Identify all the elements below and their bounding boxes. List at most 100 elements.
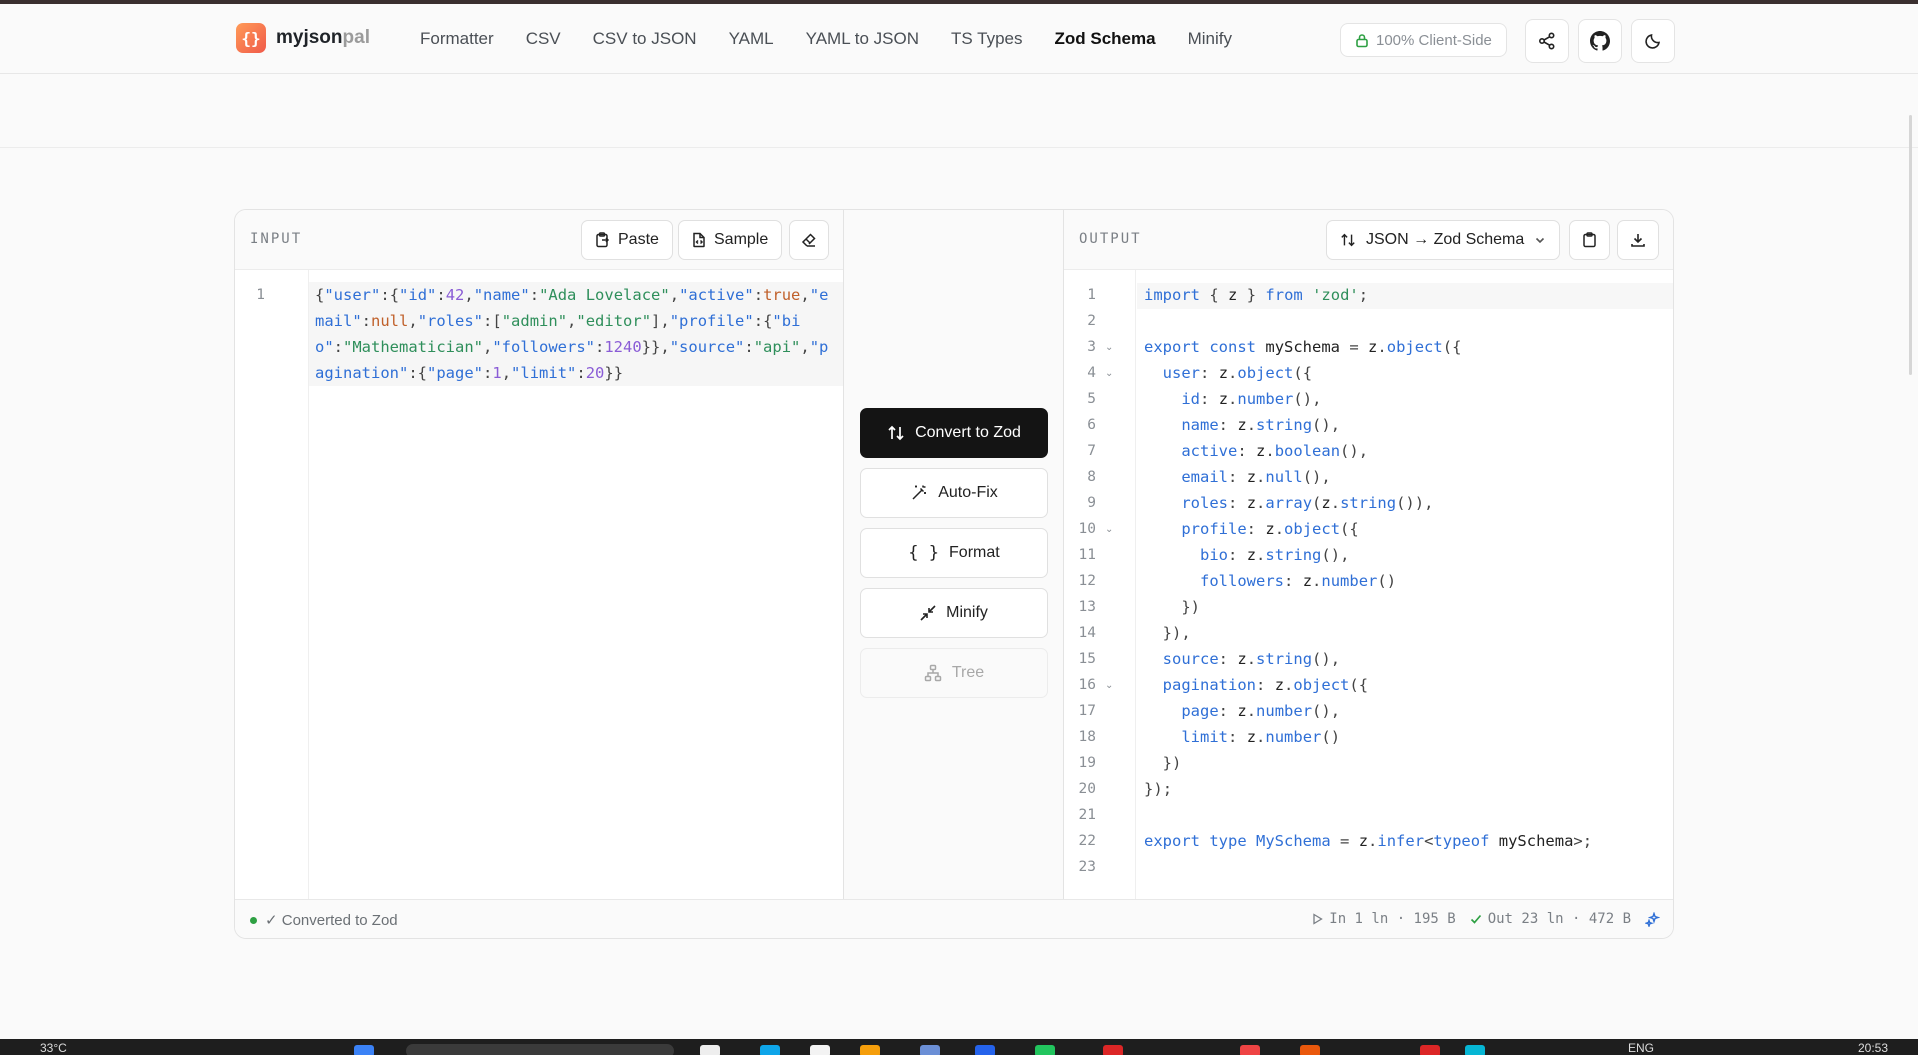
nav-csv-to-json[interactable]: CSV to JSON <box>593 29 697 49</box>
copy-output-button[interactable] <box>1569 220 1610 260</box>
client-side-badge: 100% Client-Side <box>1340 23 1507 57</box>
input-editor[interactable]: 1 {"user":{"id":42,"name":"Ada Lovelace"… <box>235 270 843 899</box>
output-line-number: 13 <box>1078 599 1096 615</box>
taskbar-app-icon[interactable] <box>920 1045 940 1055</box>
taskbar-language[interactable]: ENG <box>1628 1041 1654 1055</box>
nav-yaml-to-json[interactable]: YAML to JSON <box>806 29 919 49</box>
swap-vertical-icon <box>888 425 904 441</box>
auto-fix-button[interactable]: Auto-Fix <box>860 468 1048 518</box>
taskbar-app-icon[interactable] <box>975 1045 995 1055</box>
input-stats: In 1 ln · 195 B <box>1312 911 1456 927</box>
conversion-mode-select[interactable]: JSON → Zod Schema <box>1326 220 1561 260</box>
output-line-number: 21 <box>1078 807 1096 823</box>
brand-name-accent: pal <box>342 27 370 48</box>
github-button[interactable] <box>1578 19 1622 63</box>
taskbar-app-icon[interactable] <box>860 1045 880 1055</box>
minify-button[interactable]: Minify <box>860 588 1048 638</box>
output-line-number: 15 <box>1078 651 1096 667</box>
format-button[interactable]: { } Format <box>860 528 1048 578</box>
output-code-line: }), <box>1162 624 1191 642</box>
output-code-line: }); <box>1144 780 1173 798</box>
taskbar-app-icon[interactable] <box>1465 1045 1485 1055</box>
output-line-number: 2 <box>1087 313 1096 329</box>
output-stats: Out 23 ln · 472 B <box>1470 911 1631 927</box>
taskbar-search[interactable] <box>406 1044 674 1055</box>
share-button[interactable] <box>1525 19 1569 63</box>
braces-icon: { } <box>908 543 940 563</box>
output-pane: OUTPUT JSON → Zod Schema 1 2 3 ⌄ 4 ⌄ 5 6 7 8 9 10 ⌄ 1… <box>1064 210 1673 899</box>
output-editor[interactable]: 1 2 3 ⌄ 4 ⌄ 5 6 7 8 9 10 ⌄ 11 12 13 14 15 16 ⌄ 17 18 19 20 21 22 2… <box>1064 270 1673 899</box>
output-line-number: 12 <box>1078 573 1096 589</box>
taskbar-app-icon[interactable] <box>1300 1045 1320 1055</box>
taskbar-app-icon[interactable] <box>760 1045 780 1055</box>
nav-yaml[interactable]: YAML <box>729 29 774 49</box>
convert-to-zod-button[interactable]: Convert to Zod <box>860 408 1048 458</box>
fold-chevron-icon[interactable]: ⌄ <box>1105 342 1113 353</box>
download-output-button[interactable] <box>1617 220 1659 260</box>
status-dot-icon <box>250 916 257 924</box>
windows-start-icon[interactable] <box>354 1045 374 1055</box>
theme-toggle-button[interactable] <box>1631 19 1675 63</box>
minimize-icon <box>920 605 936 621</box>
nav-formatter[interactable]: Formatter <box>420 29 494 49</box>
taskbar-app-icon[interactable] <box>700 1045 720 1055</box>
tree-button[interactable]: Tree <box>860 648 1048 698</box>
output-line-number: 16 <box>1078 677 1096 693</box>
nav-minify[interactable]: Minify <box>1188 29 1232 49</box>
output-code-line: profile: z.object({ <box>1181 520 1359 538</box>
moon-icon <box>1645 34 1660 49</box>
share-icon <box>1538 32 1555 50</box>
output-line-number: 17 <box>1078 703 1096 719</box>
nav-ts-types[interactable]: TS Types <box>951 29 1023 49</box>
output-code-line: export const mySchema = z.object({ <box>1144 338 1462 356</box>
eraser-icon <box>801 233 816 247</box>
sample-label: Sample <box>714 231 769 248</box>
output-line-number: 7 <box>1087 443 1096 459</box>
magic-wand-icon <box>912 485 927 500</box>
sample-button[interactable]: Sample <box>678 220 783 260</box>
client-side-label: 100% Client-Side <box>1376 31 1492 49</box>
input-code[interactable]: {"user":{"id":42,"name":"Ada Lovelace","… <box>309 282 843 386</box>
clear-button[interactable] <box>789 220 829 260</box>
check-icon <box>1470 914 1481 924</box>
taskbar-weather[interactable]: 33°C <box>40 1041 67 1055</box>
paste-button[interactable]: Paste <box>581 220 673 260</box>
taskbar-app-icon[interactable] <box>1240 1045 1260 1055</box>
taskbar-app-icon[interactable] <box>810 1045 830 1055</box>
lock-icon <box>1356 33 1368 47</box>
logo-braces-icon: {} <box>236 23 266 53</box>
brand-logo[interactable]: {} myjsonpal <box>236 23 370 53</box>
output-code-line: }) <box>1162 754 1182 772</box>
convert-label: Convert to Zod <box>915 424 1021 441</box>
taskbar-app-icon[interactable] <box>1035 1045 1055 1055</box>
swap-vertical-icon <box>1341 233 1355 247</box>
os-taskbar: 33°C ENG 20:53 <box>0 1039 1918 1055</box>
chevron-down-icon <box>1536 237 1545 244</box>
actions-column: Convert to Zod Auto-Fix { } Format Minif… <box>844 210 1064 899</box>
output-line-number: 6 <box>1087 417 1096 433</box>
taskbar-app-icon[interactable] <box>1420 1045 1440 1055</box>
output-code-line: id: z.number(), <box>1181 390 1322 408</box>
page-scrollbar[interactable] <box>1909 115 1912 375</box>
output-line-number: 4 <box>1087 365 1096 381</box>
output-code-line: page: z.number(), <box>1181 702 1341 720</box>
output-code-line: name: z.string(), <box>1181 416 1341 434</box>
sparkle-icon <box>1645 911 1660 927</box>
fold-chevron-icon[interactable]: ⌄ <box>1105 680 1113 691</box>
output-line-number: 3 <box>1087 339 1096 355</box>
tree-label: Tree <box>951 664 985 681</box>
nav-csv[interactable]: CSV <box>526 29 561 49</box>
input-title: INPUT <box>250 231 303 247</box>
section-divider <box>0 147 1918 148</box>
sparkle-button[interactable] <box>1645 911 1660 927</box>
taskbar-clock[interactable]: 20:53 <box>1858 1041 1888 1055</box>
nav-zod-schema[interactable]: Zod Schema <box>1055 29 1156 49</box>
fold-chevron-icon[interactable]: ⌄ <box>1105 524 1113 535</box>
output-code-line: active: z.boolean(), <box>1181 442 1369 460</box>
output-code-line <box>1144 802 1592 828</box>
input-line-number: 1 <box>256 287 265 303</box>
taskbar-app-icon[interactable] <box>1103 1045 1123 1055</box>
output-line-number: 22 <box>1078 833 1096 849</box>
output-code[interactable]: import { z } from 'zod'; export const my… <box>1144 282 1592 880</box>
fold-chevron-icon[interactable]: ⌄ <box>1105 368 1113 379</box>
